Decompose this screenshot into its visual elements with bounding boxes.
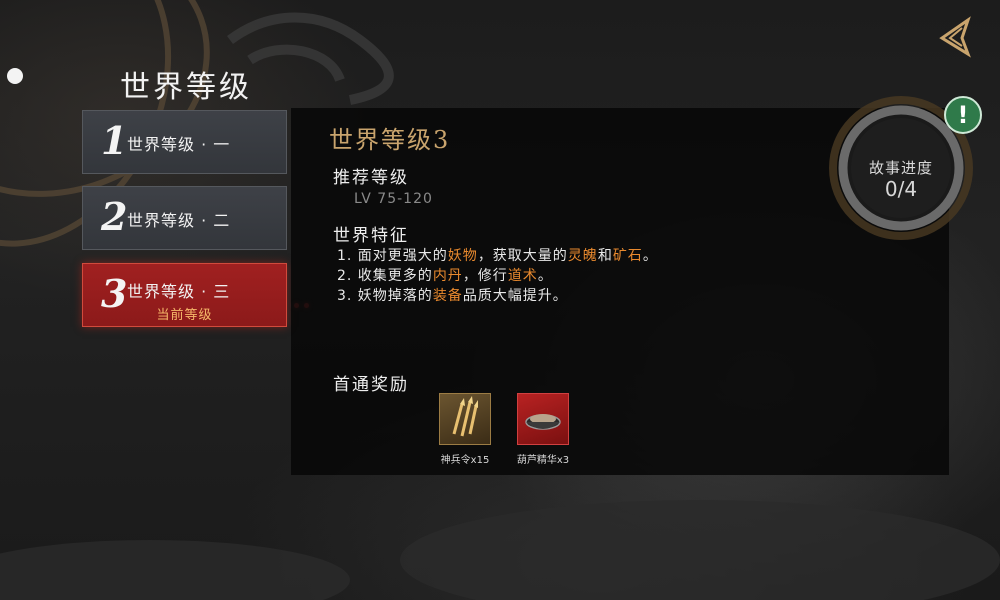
reward-item-sword-token[interactable]: 神兵令x15 [435, 393, 495, 466]
first-clear-reward-heading: 首通奖励 [333, 375, 409, 395]
reward-name: 葫芦精华x3 [516, 455, 570, 466]
alert-notification-button[interactable]: ! [944, 96, 982, 134]
page-title: 世界等级 [120, 70, 252, 105]
feature-line-3: 3. 妖物掉落的装备品质大幅提升。 [337, 288, 568, 304]
recommend-level-value: LV 75-120 [354, 191, 433, 207]
level-number: 1 [101, 118, 128, 163]
recommend-level-heading: 推荐等级 [333, 168, 409, 188]
level-label: 世界等级 · 三 [127, 282, 231, 301]
level-tab-2[interactable]: 2 世界等级 · 二 [82, 186, 287, 250]
story-progress-value: 0/4 [884, 177, 918, 201]
level-number: 2 [101, 194, 128, 239]
reward-item-gourd-essence[interactable]: 葫芦精华x3 [513, 393, 573, 466]
back-arrow-icon[interactable] [932, 14, 978, 60]
level-label: 世界等级 · 二 [127, 211, 231, 230]
story-progress-label: 故事进度 [868, 159, 933, 177]
exclamation-icon: ! [957, 101, 969, 129]
feature-line-2: 2. 收集更多的内丹，修行道术。 [337, 268, 553, 284]
level-label: 世界等级 · 一 [127, 135, 231, 154]
level-tab-3[interactable]: 3 世界等级 · 三 当前等级 [82, 263, 287, 327]
level-tab-1[interactable]: 1 世界等级 · 一 [82, 110, 287, 174]
world-features-heading: 世界特征 [333, 226, 409, 246]
gourd-essence-icon [517, 393, 569, 445]
feature-line-1: 1. 面对更强大的妖物，获取大量的灵魄和矿石。 [337, 248, 658, 264]
current-level-badge: 当前等级 [156, 308, 213, 323]
title-indicator-dot [7, 68, 23, 84]
sword-token-icon [439, 393, 491, 445]
panel-title: 世界等级3 [329, 126, 451, 154]
reward-name: 神兵令x15 [440, 455, 490, 466]
